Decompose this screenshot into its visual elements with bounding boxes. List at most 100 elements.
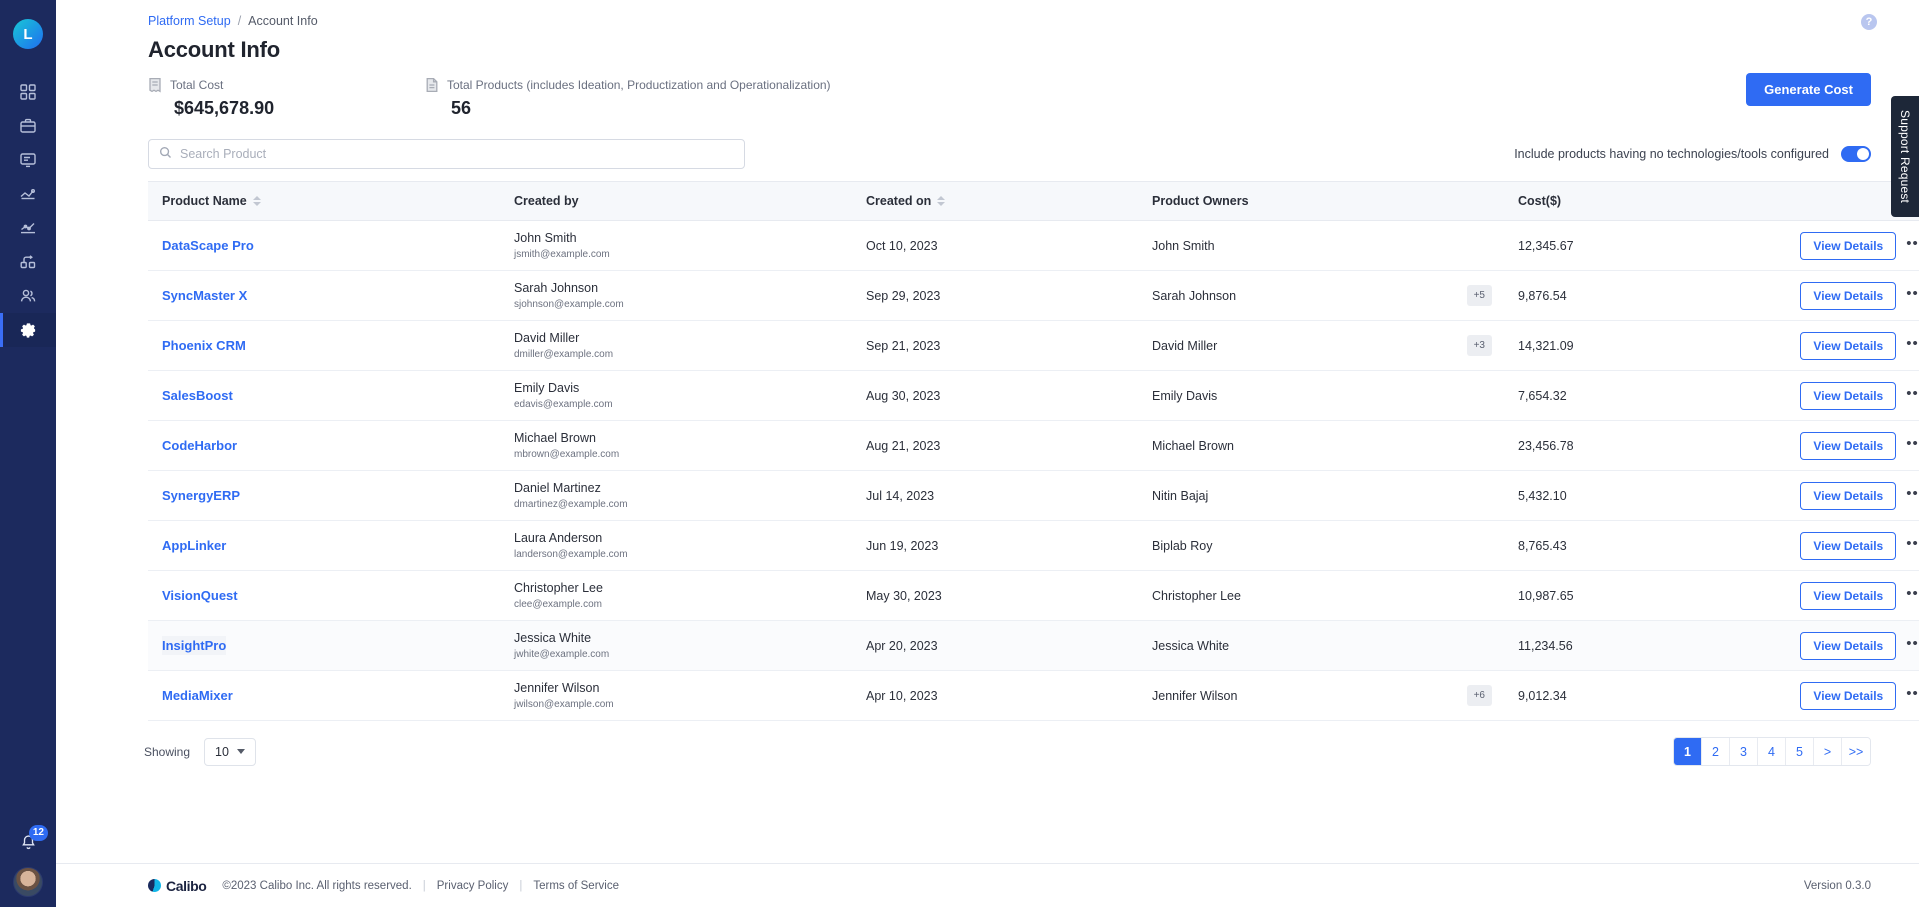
sort-icon[interactable] — [937, 196, 946, 206]
cell-actions: View Details ••• — [1793, 271, 1919, 321]
notifications-button[interactable]: 12 — [11, 825, 48, 859]
view-details-button[interactable]: View Details — [1800, 331, 1897, 360]
sidebar-item-pipeline[interactable] — [0, 177, 56, 211]
ellipsis-icon[interactable]: ••• — [1906, 586, 1919, 605]
stat-total-cost-label: Total Cost — [170, 78, 224, 92]
page-size-select[interactable]: 10 — [204, 737, 256, 766]
view-details-button[interactable]: View Details — [1800, 381, 1897, 410]
breadcrumb-link-platform-setup[interactable]: Platform Setup — [148, 14, 231, 28]
owner-name: John Smith — [1152, 238, 1215, 253]
cell-cost: 7,654.32 — [1518, 388, 1567, 403]
view-details-button[interactable]: View Details — [1800, 681, 1897, 710]
generate-cost-button[interactable]: Generate Cost — [1746, 73, 1871, 106]
sidebar-item-portfolio[interactable] — [0, 109, 56, 143]
table-row[interactable]: MediaMixer Jennifer Wilson jwilson@example… — [148, 671, 1919, 721]
search-input[interactable] — [180, 147, 734, 161]
product-link[interactable]: VisionQuest — [162, 588, 238, 603]
include-products-toggle[interactable] — [1841, 146, 1871, 162]
view-details-button[interactable]: View Details — [1800, 431, 1897, 460]
ellipsis-icon[interactable]: ••• — [1906, 386, 1919, 405]
ellipsis-icon[interactable]: ••• — [1906, 636, 1919, 655]
sidebar-item-integrations[interactable] — [0, 245, 56, 279]
owner-count-badge[interactable]: +5 — [1466, 285, 1492, 306]
table-row[interactable]: VisionQuest Christopher Lee clee@example.c… — [148, 571, 1919, 621]
ellipsis-icon[interactable]: ••• — [1906, 536, 1919, 555]
cell-created-by: Emily Davis edavis@example.com — [514, 371, 866, 421]
product-link[interactable]: SyncMaster X — [162, 288, 247, 303]
product-link[interactable]: SynergyERP — [162, 488, 240, 503]
view-details-button[interactable]: View Details — [1800, 231, 1897, 260]
column-product-owners: Product Owners — [1152, 181, 1518, 221]
terms-of-service-link[interactable]: Terms of Service — [533, 880, 619, 892]
table-row[interactable]: CodeHarbor Michael Brown mbrown@example.co… — [148, 421, 1919, 471]
cell-product-name: AppLinker — [148, 521, 514, 571]
chevron-down-icon — [236, 749, 245, 754]
app-root: L 12 Platform Setup / Account Info ? Acc… — [0, 0, 1919, 907]
privacy-policy-link[interactable]: Privacy Policy — [437, 880, 509, 892]
product-link[interactable]: DataScape Pro — [162, 238, 254, 253]
table-row[interactable]: SyncMaster X Sarah Johnson sjohnson@exampl… — [148, 271, 1919, 321]
sidebar-item-analytics[interactable] — [0, 211, 56, 245]
table-row[interactable]: InsightPro Jessica White jwhite@example.co… — [148, 620, 1919, 671]
avatar[interactable] — [13, 867, 43, 897]
sidebar-item-settings[interactable] — [0, 313, 56, 347]
tools-row: Include products having no technologies/… — [56, 119, 1919, 169]
ellipsis-icon[interactable]: ••• — [1906, 436, 1919, 455]
owner-count-badge[interactable]: +6 — [1466, 685, 1492, 706]
ellipsis-icon[interactable]: ••• — [1906, 286, 1919, 305]
table-row[interactable]: SalesBoost Emily Davis edavis@example.com A… — [148, 371, 1919, 421]
view-details-button[interactable]: View Details — [1800, 631, 1897, 660]
ellipsis-icon[interactable]: ••• — [1906, 336, 1919, 355]
help-icon[interactable]: ? — [1861, 14, 1877, 30]
ellipsis-icon[interactable]: ••• — [1906, 236, 1919, 255]
cell-cost: 8,765.43 — [1518, 538, 1567, 553]
column-product-name[interactable]: Product Name — [148, 181, 514, 221]
page-button[interactable]: 1 — [1674, 738, 1702, 765]
brand-logo[interactable]: L — [13, 19, 43, 49]
product-link[interactable]: InsightPro — [162, 636, 227, 655]
view-details-button[interactable]: View Details — [1800, 581, 1897, 610]
page-size-value: 10 — [215, 744, 229, 759]
sort-icon[interactable] — [252, 196, 261, 206]
cell-actions: View Details ••• — [1793, 471, 1919, 521]
page-button[interactable]: > — [1814, 738, 1842, 765]
ellipsis-icon[interactable]: ••• — [1906, 486, 1919, 505]
product-link[interactable]: MediaMixer — [162, 688, 233, 703]
creator-email: landerson@example.com — [514, 549, 628, 561]
footer: Calibo ©2023 Calibo Inc. All rights rese… — [56, 863, 1919, 907]
page-button[interactable]: >> — [1842, 738, 1870, 765]
sidebar-item-reports[interactable] — [0, 143, 56, 177]
column-created-by: Created by — [514, 181, 866, 221]
support-request-tab[interactable]: Support Request — [1891, 96, 1919, 218]
product-link[interactable]: AppLinker — [162, 538, 226, 553]
column-created-on[interactable]: Created on — [866, 181, 1152, 221]
divider: | — [422, 879, 426, 892]
page-button[interactable]: 4 — [1758, 738, 1786, 765]
page-button[interactable]: 2 — [1702, 738, 1730, 765]
owner-count-badge[interactable]: +3 — [1466, 335, 1492, 356]
creator-email: dmiller@example.com — [514, 349, 614, 361]
product-link[interactable]: CodeHarbor — [162, 438, 237, 453]
product-link[interactable]: SalesBoost — [162, 388, 233, 403]
search-box[interactable] — [148, 139, 745, 169]
table-row[interactable]: DataScape Pro John Smith jsmith@example.co… — [148, 221, 1919, 271]
view-details-button[interactable]: View Details — [1800, 281, 1897, 310]
creator-name: David Miller — [514, 330, 580, 345]
product-link[interactable]: Phoenix CRM — [162, 338, 246, 353]
sidebar-item-dashboard[interactable] — [0, 75, 56, 109]
table-row[interactable]: SynergyERP Daniel Martinez dmartinez@examp… — [148, 471, 1919, 521]
sidebar-item-users[interactable] — [0, 279, 56, 313]
creator-name: Jennifer Wilson — [514, 680, 600, 695]
owner-name: Michael Brown — [1152, 438, 1234, 453]
table-row[interactable]: Phoenix CRM David Miller dmiller@example.c… — [148, 321, 1919, 371]
creator-name: Sarah Johnson — [514, 280, 599, 295]
ellipsis-icon[interactable]: ••• — [1906, 686, 1919, 705]
cell-cost: 14,321.09 — [1518, 338, 1574, 353]
stat-total-products: Total Products (includes Ideation, Produ… — [425, 77, 831, 119]
page-button[interactable]: 5 — [1786, 738, 1814, 765]
view-details-button[interactable]: View Details — [1800, 531, 1897, 560]
creator-name: Daniel Martinez — [514, 480, 601, 495]
view-details-button[interactable]: View Details — [1800, 481, 1897, 510]
table-row[interactable]: AppLinker Laura Anderson landerson@example… — [148, 521, 1919, 571]
page-button[interactable]: 3 — [1730, 738, 1758, 765]
